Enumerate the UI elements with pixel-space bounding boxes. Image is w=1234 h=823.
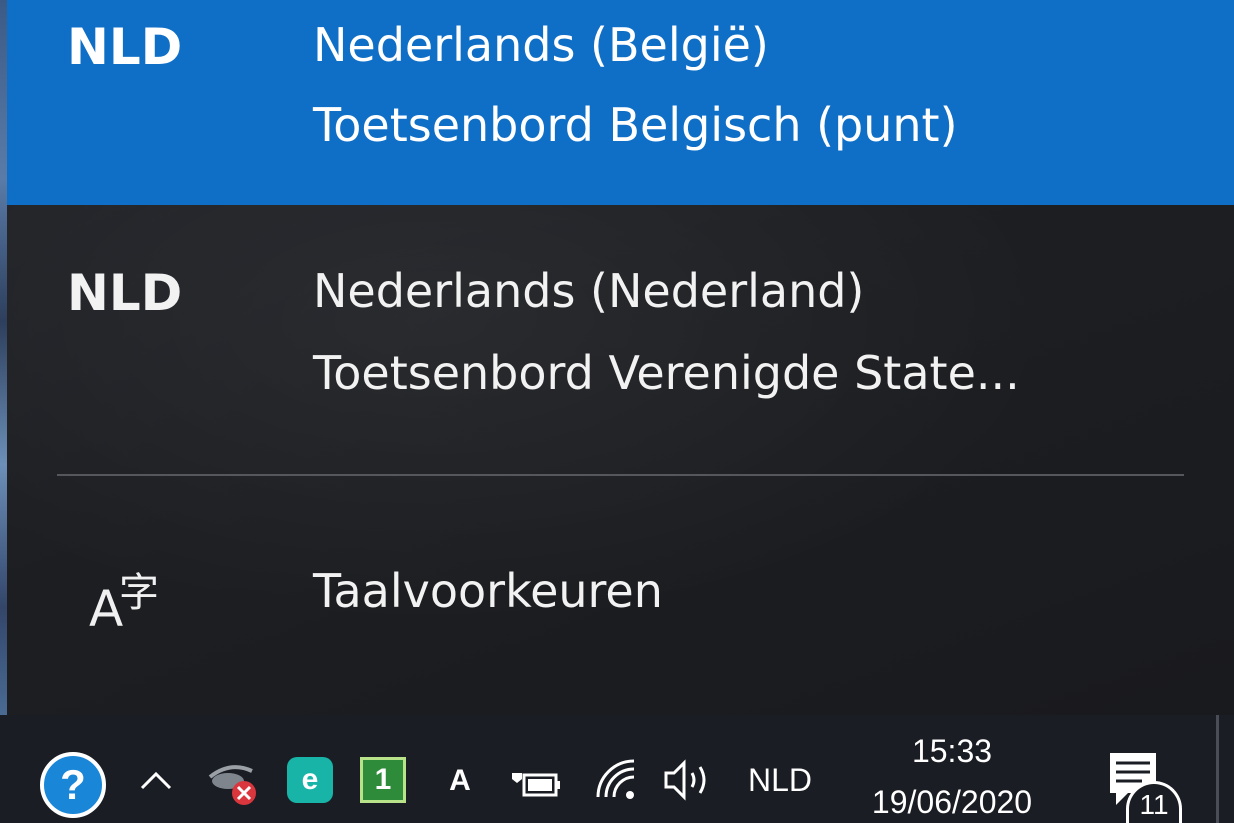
language-preferences-link[interactable]: A 字 Taalvoorkeuren — [7, 510, 1234, 680]
desktop-wallpaper — [0, 0, 7, 715]
eye-icon[interactable] — [206, 755, 260, 809]
screen: NLD Nederlands (België) Toetsenbord Belg… — [0, 0, 1234, 823]
input-language-indicator[interactable]: NLD — [740, 759, 820, 801]
taskbar: ? e 1 A NLD 15:33 19/06/2020 — [0, 715, 1234, 823]
eset-icon[interactable]: e — [287, 757, 333, 803]
language-code: NLD — [67, 264, 183, 322]
language-preferences-icon: A 字 — [89, 560, 189, 650]
language-item-nl-be[interactable]: NLD Nederlands (België) Toetsenbord Belg… — [7, 0, 1234, 205]
keyboard-layout: Toetsenbord Belgisch (punt) — [313, 98, 958, 152]
language-name: Nederlands (België) — [313, 18, 769, 72]
wifi-icon[interactable] — [590, 755, 640, 805]
keyboard-layout: Toetsenbord Verenigde State... — [313, 346, 1020, 400]
language-item-nl-nl[interactable]: NLD Nederlands (Nederland) Toetsenbord V… — [7, 208, 1234, 413]
language-name: Nederlands (Nederland) — [313, 264, 865, 318]
chevron-up-icon[interactable] — [134, 759, 178, 803]
battery-icon[interactable] — [508, 759, 566, 803]
help-glyph: ? — [60, 761, 86, 808]
help-icon[interactable]: ? — [40, 752, 106, 818]
clock-date: 19/06/2020 — [871, 784, 1033, 820]
input-language-label: NLD — [747, 761, 812, 798]
language-code: NLD — [67, 18, 183, 76]
icon-glyph-zi: 字 — [119, 570, 159, 616]
font-a-icon[interactable]: A — [440, 761, 480, 801]
language-preferences-label: Taalvoorkeuren — [313, 564, 663, 618]
language-flyout: NLD Nederlands (België) Toetsenbord Belg… — [7, 0, 1234, 715]
show-desktop-button[interactable] — [1216, 715, 1219, 823]
volume-icon[interactable] — [660, 757, 716, 803]
one-glyph: 1 — [374, 763, 392, 796]
one-icon[interactable]: 1 — [360, 757, 406, 803]
eset-glyph: e — [301, 763, 319, 796]
clock[interactable]: 15:33 19/06/2020 — [852, 723, 1052, 823]
divider — [57, 474, 1184, 476]
clock-time: 15:33 — [911, 733, 993, 769]
font-glyph: A — [449, 764, 471, 797]
